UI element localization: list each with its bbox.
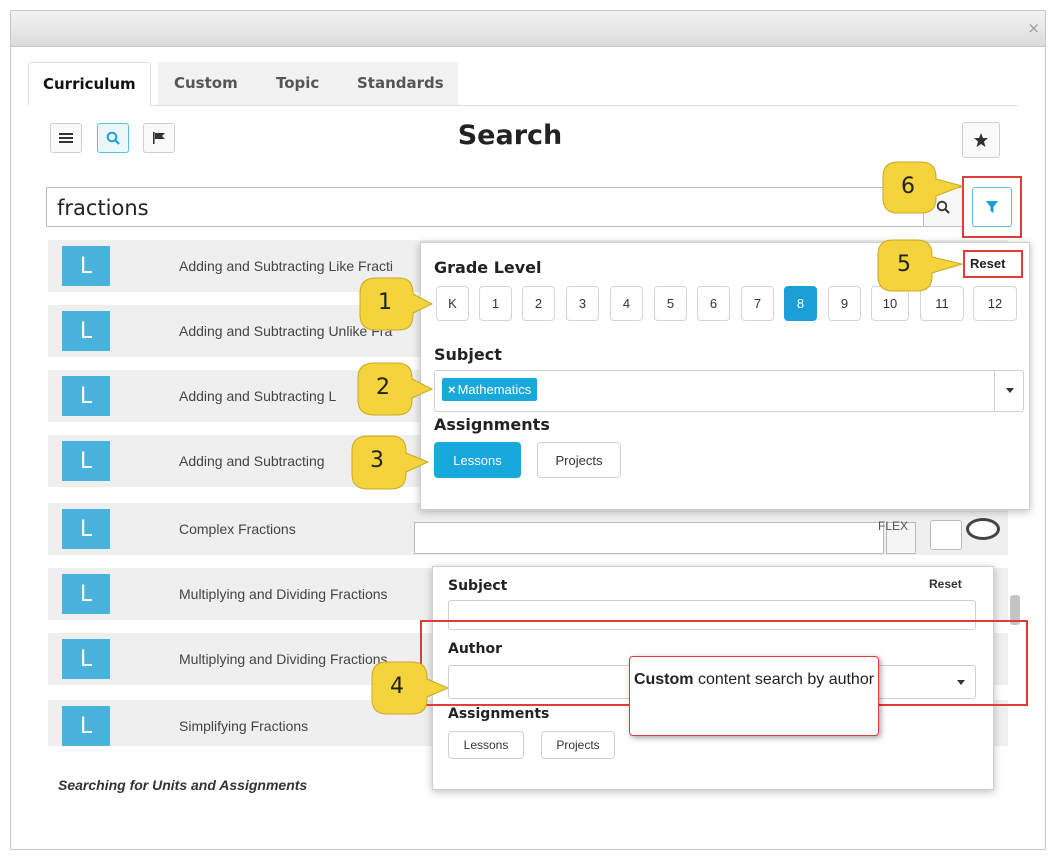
callout-1-label: 1 — [378, 290, 392, 315]
callout-3 — [351, 435, 430, 490]
callout-5-label: 5 — [897, 252, 911, 277]
callout-2 — [357, 362, 434, 416]
callout-6-label: 6 — [901, 174, 915, 199]
callout-layer — [351, 161, 964, 715]
callout-5 — [877, 239, 964, 292]
callout-4-label: 4 — [390, 674, 404, 699]
callout-3-label: 3 — [370, 448, 384, 473]
callout-4 — [371, 661, 450, 715]
callout-1 — [359, 277, 434, 331]
callout-2-label: 2 — [376, 375, 390, 400]
callout-6 — [882, 161, 964, 214]
